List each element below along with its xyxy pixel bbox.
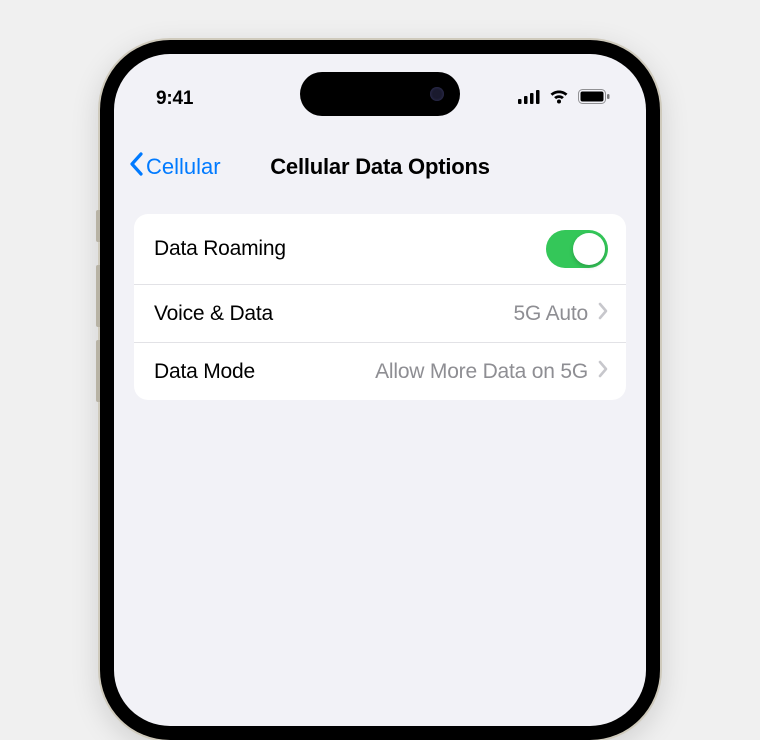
mute-switch [96,210,100,242]
row-value: 5G Auto [514,302,589,326]
wifi-icon [548,88,570,110]
row-data-mode[interactable]: Data Mode Allow More Data on 5G [134,342,626,400]
row-right: 5G Auto [514,302,609,326]
row-label: Data Roaming [154,237,286,261]
volume-down-button [96,340,100,402]
row-value: Allow More Data on 5G [375,360,588,384]
toggle-knob [573,233,605,265]
row-voice-and-data[interactable]: Voice & Data 5G Auto [134,284,626,342]
back-button[interactable]: Cellular [128,152,221,182]
chevron-right-icon [598,302,608,325]
row-label: Voice & Data [154,302,273,326]
status-time: 9:41 [156,88,193,110]
front-camera [430,87,444,101]
canvas: 9:41 Cel [0,0,760,500]
battery-icon [578,88,610,110]
status-icons [518,88,610,110]
phone-frame: 9:41 Cel [100,40,660,740]
cellular-signal-icon [518,88,540,110]
back-button-label: Cellular [146,154,221,180]
row-data-roaming[interactable]: Data Roaming [134,214,626,284]
volume-up-button [96,265,100,327]
settings-list: Data Roaming Voice & Data 5G Auto [134,214,626,400]
dynamic-island [300,72,460,116]
data-roaming-toggle[interactable] [546,230,608,268]
screen: 9:41 Cel [114,54,646,726]
nav-bar: Cellular Cellular Data Options [114,138,646,178]
chevron-right-icon [598,360,608,383]
row-label: Data Mode [154,360,255,384]
row-right: Allow More Data on 5G [375,360,608,384]
chevron-left-icon [128,152,146,182]
